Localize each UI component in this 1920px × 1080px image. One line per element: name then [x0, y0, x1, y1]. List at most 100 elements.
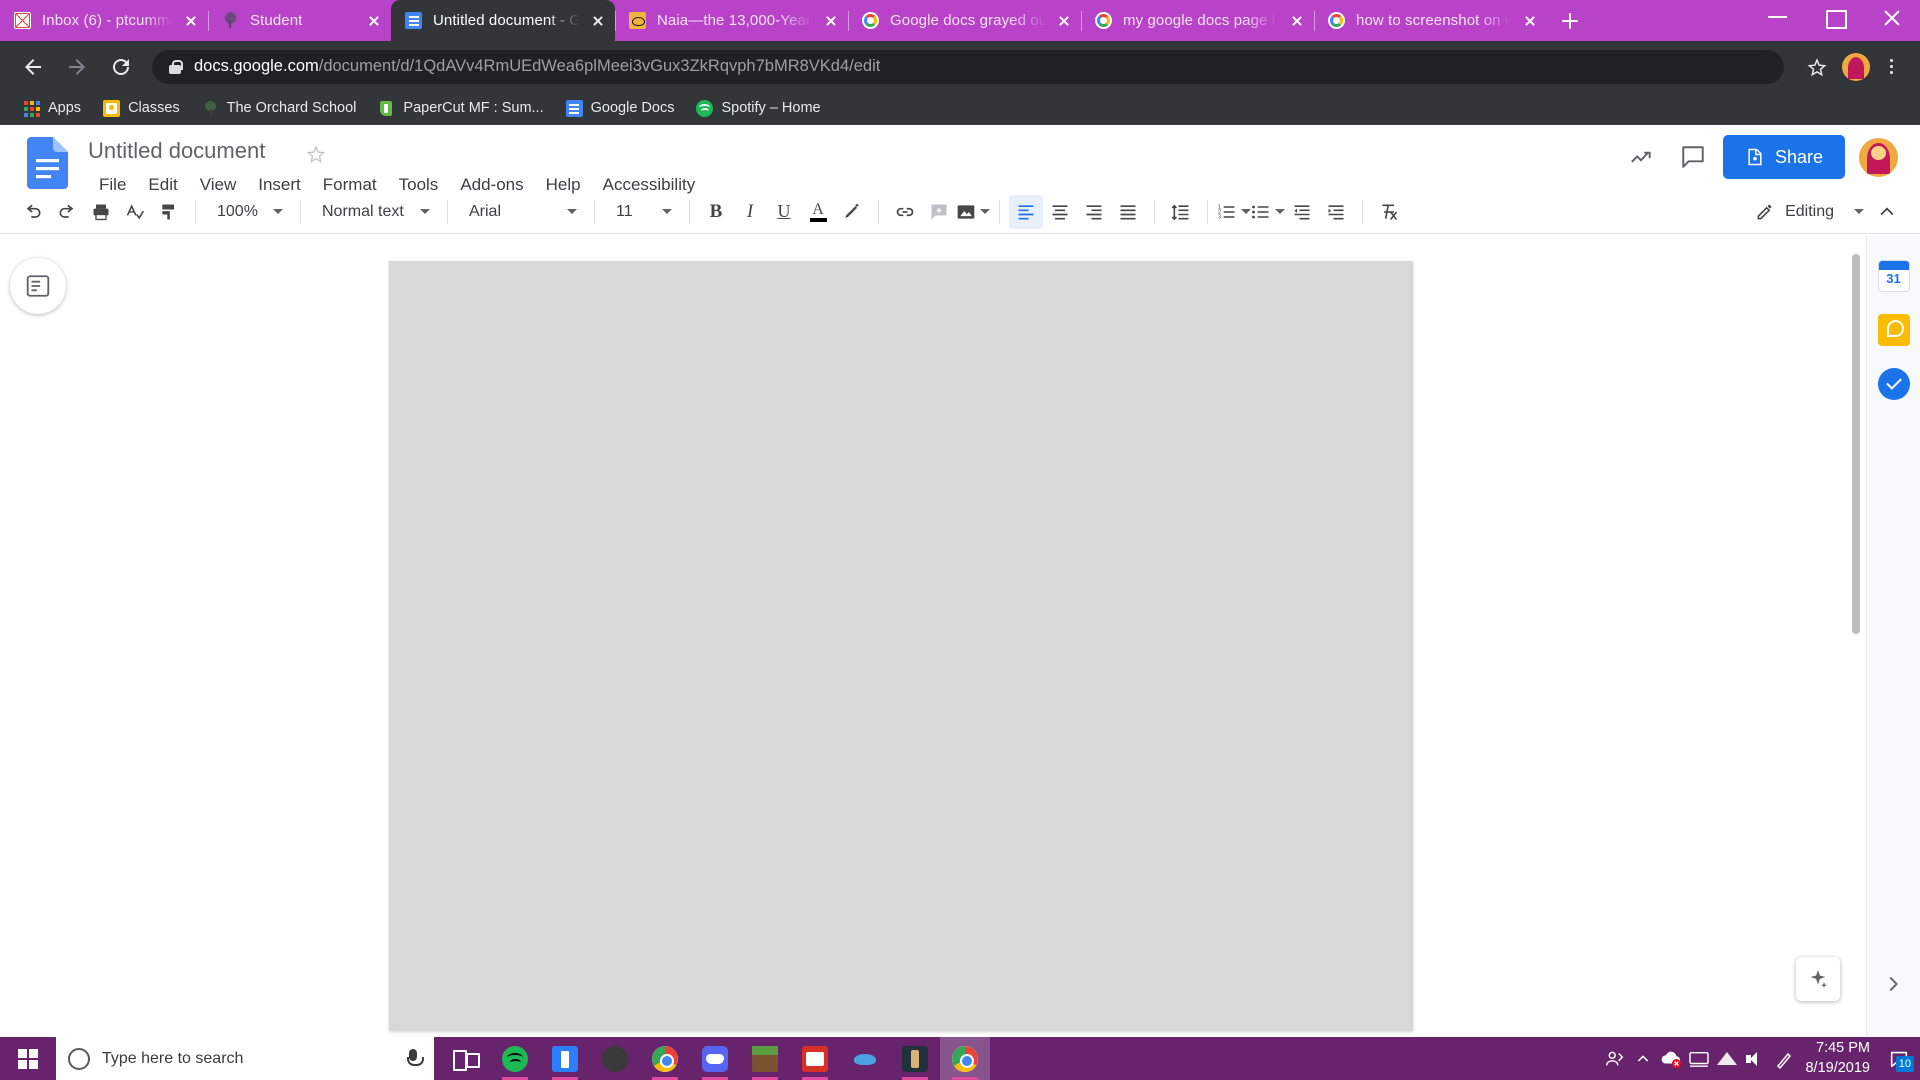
bookmark-label: Spotify – Home — [721, 100, 820, 116]
taskbar-app-dark[interactable] — [590, 1037, 640, 1080]
bulleted-list-button[interactable] — [1251, 195, 1285, 229]
paint-format-button[interactable] — [152, 195, 186, 229]
align-center-button[interactable] — [1043, 195, 1077, 229]
text-color-button[interactable]: A — [801, 195, 835, 229]
bookmark-papercut[interactable]: PaperCut MF : Sum... — [369, 96, 552, 121]
zoom-dropdown[interactable]: 100% — [205, 195, 291, 229]
tab-close-icon[interactable] — [1286, 10, 1308, 32]
paragraph-style-dropdown[interactable]: Normal text — [310, 195, 438, 229]
address-bar[interactable]: docs.google.com/document/d/1QdAVv4RmUEdW… — [152, 50, 1784, 84]
editing-mode-selector[interactable]: Editing — [1743, 195, 1870, 229]
browser-tab-4[interactable]: Google docs grayed ou — [848, 0, 1081, 41]
second-display-icon[interactable] — [1685, 1037, 1713, 1080]
insert-image-button[interactable] — [956, 195, 990, 229]
taskbar-app-spotify[interactable] — [490, 1037, 540, 1080]
google-tasks-icon[interactable] — [1878, 368, 1910, 400]
expand-side-panel-button[interactable] — [1878, 969, 1908, 999]
activity-dashboard-icon[interactable] — [1619, 135, 1663, 179]
taskbar-app-minecraft[interactable] — [740, 1037, 790, 1080]
increase-indent-button[interactable] — [1319, 195, 1353, 229]
tab-close-icon[interactable] — [363, 10, 385, 32]
italic-button[interactable]: I — [733, 195, 767, 229]
tab-close-icon[interactable] — [587, 10, 609, 32]
google-docs-logo[interactable] — [27, 137, 68, 189]
comment-icon[interactable] — [1671, 135, 1715, 179]
start-button[interactable] — [0, 1037, 56, 1080]
tab-close-icon[interactable] — [180, 10, 202, 32]
font-size-stepper[interactable]: 11 — [604, 195, 680, 229]
document-page[interactable] — [389, 261, 1413, 1031]
back-button[interactable] — [14, 48, 52, 86]
star-icon[interactable] — [305, 143, 327, 165]
microphone-icon[interactable] — [404, 1048, 422, 1070]
browser-tab-6[interactable]: how to screenshot on w — [1314, 0, 1547, 41]
browser-tab-3[interactable]: Naia—the 13,000-Year- — [615, 0, 848, 41]
people-icon[interactable] — [1601, 1037, 1629, 1080]
explore-button[interactable] — [1796, 957, 1840, 1001]
document-title[interactable]: Untitled document — [88, 138, 265, 164]
justify-button[interactable] — [1111, 195, 1145, 229]
tab-close-icon[interactable] — [1053, 10, 1075, 32]
redo-button[interactable] — [50, 195, 84, 229]
user-avatar[interactable] — [1859, 138, 1898, 177]
network-icon[interactable] — [1713, 1037, 1741, 1080]
browser-tab-2-active[interactable]: Untitled document - Go — [391, 0, 615, 41]
bookmark-apps[interactable]: Apps — [14, 96, 90, 121]
notification-center-button[interactable]: 10 — [1882, 1037, 1916, 1080]
volume-icon[interactable] — [1741, 1037, 1769, 1080]
taskbar-app-task-view[interactable] — [440, 1037, 490, 1080]
taskbar-app-bird[interactable] — [840, 1037, 890, 1080]
vertical-scrollbar[interactable] — [1852, 254, 1860, 634]
collapse-menus-button[interactable] — [1870, 195, 1904, 229]
bookmark-orchard-school[interactable]: The Orchard School — [193, 96, 366, 121]
taskbar-search[interactable]: Type here to search — [56, 1037, 434, 1080]
profile-avatar[interactable] — [1842, 53, 1870, 81]
taskbar-app-chrome-active[interactable] — [940, 1037, 990, 1080]
font-family-dropdown[interactable]: Arial — [457, 195, 585, 229]
clock[interactable]: 7:45 PM 8/19/2019 — [1797, 1037, 1882, 1080]
minimize-button[interactable] — [1749, 0, 1806, 32]
align-left-button[interactable] — [1009, 195, 1043, 229]
decrease-indent-button[interactable] — [1285, 195, 1319, 229]
pen-icon[interactable] — [1769, 1037, 1797, 1080]
chrome-menu-icon[interactable] — [1876, 50, 1906, 84]
taskbar-app-game[interactable] — [890, 1037, 940, 1080]
windows-logo-icon — [18, 1049, 38, 1069]
bookmark-star-icon[interactable] — [1800, 50, 1834, 84]
line-spacing-button[interactable] — [1164, 195, 1198, 229]
bold-button[interactable]: B — [699, 195, 733, 229]
browser-tab-0[interactable]: Inbox (6) - ptcummings — [0, 0, 208, 41]
add-comment-button[interactable] — [922, 195, 956, 229]
onedrive-error-icon[interactable] — [1657, 1037, 1685, 1080]
maximize-button[interactable] — [1806, 0, 1863, 32]
document-outline-button[interactable] — [10, 258, 66, 314]
taskbar-app-chrome[interactable] — [640, 1037, 690, 1080]
tab-close-icon[interactable] — [1519, 10, 1541, 32]
numbered-list-button[interactable]: 123 — [1217, 195, 1251, 229]
new-tab-button[interactable] — [1553, 4, 1587, 38]
clear-formatting-button[interactable] — [1372, 195, 1406, 229]
browser-tab-1[interactable]: Student — [208, 0, 391, 41]
align-right-button[interactable] — [1077, 195, 1111, 229]
show-hidden-icons-chevron[interactable] — [1629, 1037, 1657, 1080]
reload-button[interactable] — [102, 48, 140, 86]
print-button[interactable] — [84, 195, 118, 229]
forward-button[interactable] — [58, 48, 96, 86]
bookmark-spotify[interactable]: Spotify – Home — [687, 96, 829, 121]
highlight-color-button[interactable] — [835, 195, 869, 229]
bookmark-classes[interactable]: Classes — [94, 96, 189, 121]
google-keep-icon[interactable] — [1878, 314, 1910, 346]
taskbar-app-discord[interactable] — [690, 1037, 740, 1080]
tab-close-icon[interactable] — [820, 10, 842, 32]
taskbar-app-bluebeam[interactable] — [540, 1037, 590, 1080]
undo-button[interactable] — [16, 195, 50, 229]
spelling-check-button[interactable] — [118, 195, 152, 229]
insert-link-button[interactable] — [888, 195, 922, 229]
underline-button[interactable]: U — [767, 195, 801, 229]
browser-tab-5[interactable]: my google docs page i — [1081, 0, 1314, 41]
google-calendar-icon[interactable]: 31 — [1878, 260, 1910, 292]
share-button[interactable]: Share — [1723, 135, 1845, 179]
bookmark-google-docs[interactable]: Google Docs — [557, 96, 684, 121]
taskbar-app-photos[interactable] — [790, 1037, 840, 1080]
close-window-button[interactable] — [1863, 0, 1920, 32]
